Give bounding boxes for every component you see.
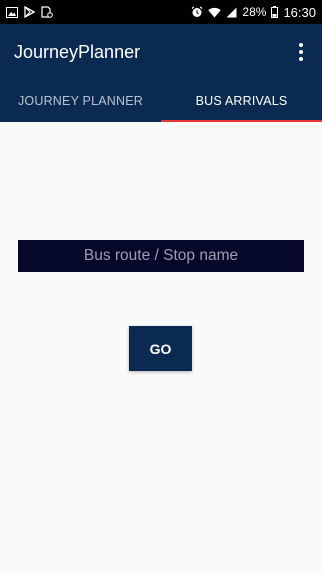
play-store-icon — [24, 6, 35, 18]
signal-icon — [226, 7, 237, 18]
go-button[interactable]: GO — [129, 326, 192, 371]
sim-toolkit-icon — [41, 6, 53, 18]
app-bar: JourneyPlanner — [0, 24, 322, 80]
bus-route-stop-input[interactable] — [18, 240, 304, 272]
wifi-icon — [208, 7, 222, 18]
status-bar-right: 28% 16:30 — [191, 5, 316, 20]
bus-arrivals-panel: GO — [0, 122, 322, 573]
status-bar: 28% 16:30 — [0, 0, 322, 24]
more-vert-icon[interactable] — [290, 37, 312, 67]
image-icon — [6, 6, 18, 18]
status-bar-left — [6, 6, 53, 18]
alarm-icon — [191, 6, 203, 18]
app-title: JourneyPlanner — [14, 41, 141, 62]
clock: 16:30 — [283, 4, 316, 20]
tab-bar: JOURNEY PLANNER BUS ARRIVALS — [0, 80, 322, 122]
battery-percent: 28% — [242, 5, 267, 19]
battery-icon — [271, 6, 279, 18]
tab-bus-arrivals[interactable]: BUS ARRIVALS — [161, 80, 322, 122]
tab-journey-planner[interactable]: JOURNEY PLANNER — [0, 80, 161, 122]
